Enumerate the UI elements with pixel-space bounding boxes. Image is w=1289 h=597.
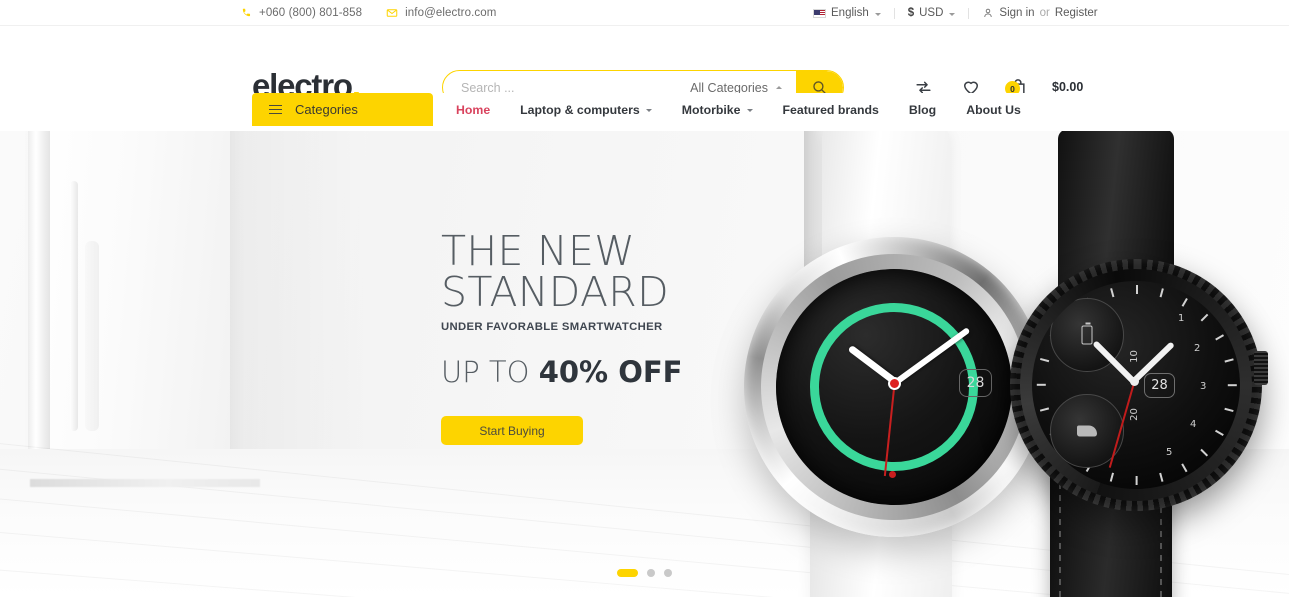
nav-item-about-us[interactable]: About Us [951,103,1036,117]
chevron-down-icon [645,109,652,112]
door-base [30,479,260,487]
currency-label: USD [919,7,944,19]
nav-item-motorbike[interactable]: Motorbike [667,103,768,117]
carousel-dot-3[interactable] [664,569,672,577]
email-contact[interactable]: info@electro.com [386,7,496,19]
chevron-down-icon [746,109,753,112]
site-header: electro. All Categories [0,26,1289,105]
watch-center-hub [888,377,901,390]
language-label: English [831,7,869,19]
main-nav: Categories Home Laptop & computers Motor… [0,93,1289,131]
currency-selector[interactable]: $ USD [895,7,969,19]
nav-items: Home Laptop & computers Motorbike Featur… [441,93,1036,126]
nav-item-home[interactable]: Home [441,103,505,117]
hero-offer: UP TO 40% OFF [441,355,771,389]
top-bar-settings-group: English $ USD Sign in or Register [800,0,1111,26]
nav-item-label: About Us [966,102,1021,117]
page-root: +060 (800) 801-858 info@electro.com Engl… [0,0,1289,597]
chevron-up-icon [776,86,782,89]
account-links: Sign in or Register [969,7,1110,19]
black-smartwatch-image: 1 2 3 4 5 10 20 28 [1010,131,1268,597]
hero-offer-prefix: UP TO [441,355,539,389]
door [30,131,230,486]
nav-item-label: Blog [908,102,937,117]
carousel-indicators [0,569,1289,577]
carousel-dot-2[interactable] [647,569,655,577]
email-address: info@electro.com [405,6,497,19]
chevron-down-icon [949,12,956,16]
hero-content: THE NEW STANDARD UNDER FAVORABLE SMARTWA… [441,231,771,445]
watch-date-complication: 28 [959,369,992,397]
nav-item-label: Laptop & computers [520,102,640,117]
hero-offer-value: 40% OFF [538,355,683,389]
watch-center-hub [1130,377,1139,386]
battery-icon [1081,322,1093,345]
door-edge [28,131,50,493]
hero-headline-line2: STANDARD [441,268,669,316]
watch-face: 28 [776,269,1012,505]
carousel-dot-1-active[interactable] [617,569,638,577]
nav-item-blog[interactable]: Blog [894,103,951,117]
nav-item-label: Motorbike [681,102,741,117]
door-panel [70,181,78,431]
top-bar: +060 (800) 801-858 info@electro.com Engl… [0,0,1289,26]
watch-numeral: 4 [1190,419,1197,430]
categories-button-label: Categories [295,102,358,117]
nav-item-laptop-computers[interactable]: Laptop & computers [505,103,667,117]
cart-total: $0.00 [1052,80,1084,94]
silver-smartwatch-image: 28 [744,131,1044,597]
nav-item-label: Featured brands [782,102,879,117]
user-icon [984,8,993,18]
language-selector[interactable]: English [800,7,894,19]
categories-button[interactable]: Categories [252,93,433,126]
watch-numeral: 1 [1178,313,1185,324]
sign-in-link[interactable]: Sign in [999,7,1034,19]
wall-shadow [230,131,370,471]
top-bar-contact-group: +060 (800) 801-858 info@electro.com [241,7,496,19]
watch-face: 1 2 3 4 5 10 20 28 [1032,281,1240,489]
hero-headline-line1: THE NEW [441,227,636,275]
hero-banner: 28 1 2 3 4 5 10 20 28 THE NEW STANDARD U… [0,131,1289,597]
watch-second-counterweight [889,471,896,478]
hamburger-icon [269,104,282,115]
watch-date-complication: 28 [1144,373,1175,398]
nav-item-featured-brands[interactable]: Featured brands [768,103,894,117]
chevron-down-icon [874,12,881,16]
register-link[interactable]: Register [1055,7,1098,19]
shoe-icon [1077,425,1097,437]
watch-numeral: 2 [1194,343,1201,354]
phone-number: +060 (800) 801-858 [259,6,363,19]
hero-subtitle: UNDER FAVORABLE SMARTWATCHER [441,321,663,333]
watch-numeral: 20 [1128,408,1140,421]
nav-item-label: Home [456,102,491,117]
watch-numeral: 5 [1166,447,1173,458]
phone-icon [242,8,251,17]
door-panel [85,241,99,431]
watch-numeral: 3 [1200,381,1207,392]
phone-contact[interactable]: +060 (800) 801-858 [241,7,362,19]
us-flag-icon [813,8,826,18]
watch-numeral: 10 [1128,350,1140,363]
start-buying-button[interactable]: Start Buying [441,416,583,445]
dollar-icon: $ [907,7,915,19]
or-separator: or [1039,7,1050,19]
watch-crown [1254,351,1268,385]
envelope-icon [386,8,398,17]
